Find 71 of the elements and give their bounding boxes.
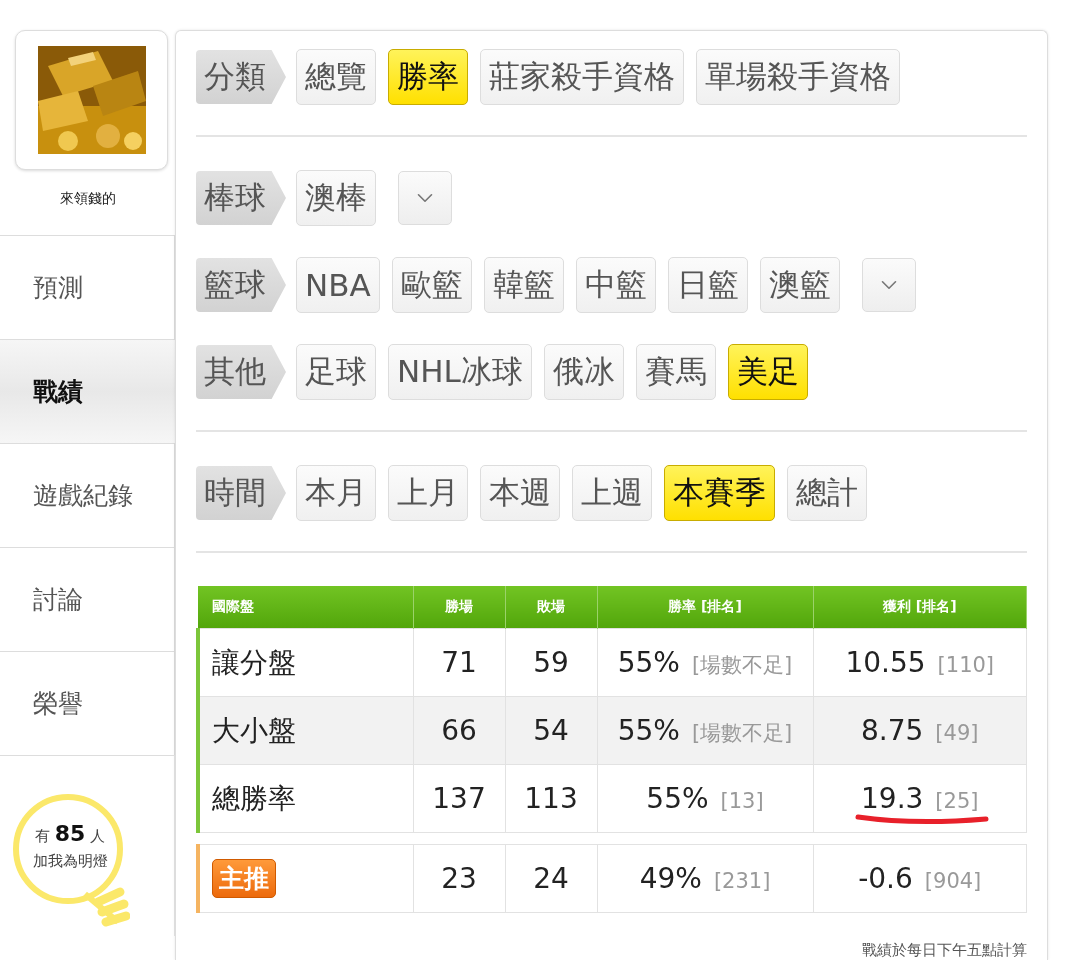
table-cell: 71 xyxy=(413,628,505,697)
table-cell: 137 xyxy=(413,764,505,833)
profit-rank: [25] xyxy=(935,789,979,813)
filter-option[interactable]: 歐籃 xyxy=(391,257,472,313)
filter-option[interactable]: 賽馬 xyxy=(635,344,716,400)
filter-option[interactable]: 本週 xyxy=(480,465,560,521)
filter-label: 籃球 xyxy=(196,258,286,312)
filter-label: 棒球 xyxy=(196,171,286,225)
column-header: 敗場 xyxy=(505,586,597,629)
filter-option[interactable]: 美足 xyxy=(727,344,808,400)
filter-option[interactable]: 俄冰 xyxy=(543,344,624,400)
table-cell: 59 xyxy=(505,628,597,697)
filter-option[interactable]: 本賽季 xyxy=(664,465,775,521)
filter-option[interactable]: 上月 xyxy=(388,465,468,521)
table-cell: 23 xyxy=(413,844,505,913)
filter-option[interactable]: 澳棒 xyxy=(296,170,376,226)
profit-value: 8.75 xyxy=(861,714,924,747)
filter-label: 分類 xyxy=(196,50,286,104)
fans-caption: 加我為明燈 xyxy=(32,852,108,871)
filter-option[interactable]: 韓籃 xyxy=(483,257,564,313)
filter-option[interactable]: 總覽 xyxy=(296,49,376,105)
table-cell: 54 xyxy=(505,696,597,765)
rate-rank: [場數不足] xyxy=(691,653,793,677)
filter-option[interactable]: 總計 xyxy=(787,465,867,521)
profit-rank: [49] xyxy=(935,721,979,745)
featured-badge: 主推 xyxy=(212,859,276,898)
fans-count: 85 xyxy=(54,821,86,846)
filter-option[interactable]: 上週 xyxy=(572,465,652,521)
column-header: 國際盤 xyxy=(198,586,413,629)
dropdown-button[interactable] xyxy=(861,258,916,312)
filter-option[interactable]: 莊家殺手資格 xyxy=(480,49,684,105)
nav-item[interactable]: 榮譽 xyxy=(0,651,175,755)
filter-option[interactable]: 勝率 xyxy=(388,49,468,105)
rate-rank: [場數不足] xyxy=(691,721,793,745)
filter-option[interactable]: 單場殺手資格 xyxy=(696,49,900,105)
rate-value: 49% xyxy=(639,862,702,895)
nav-item[interactable]: 戰績 xyxy=(0,339,175,443)
filter-option[interactable]: 足球 xyxy=(296,344,376,400)
filter-option[interactable]: NHL冰球 xyxy=(388,344,532,400)
table-cell: 113 xyxy=(505,764,597,833)
table-cell: 24 xyxy=(505,844,597,913)
nav-item[interactable]: 預測 xyxy=(0,235,175,339)
username: 來領錢的 xyxy=(59,190,116,206)
rate-rank: [13] xyxy=(720,789,764,813)
filter-option[interactable]: 澳籃 xyxy=(759,257,840,313)
fans-prefix: 有 xyxy=(34,827,50,845)
profit-rank: [904] xyxy=(924,869,982,893)
fans-suffix: 人 xyxy=(90,827,106,845)
dropdown-button[interactable] xyxy=(398,171,452,225)
filter-option[interactable]: NBA xyxy=(296,257,380,313)
profit-rank: [110] xyxy=(937,653,995,677)
rate-value: 55% xyxy=(617,646,680,679)
filter-option[interactable]: 日籃 xyxy=(667,257,748,313)
column-header: 獲利 [排名] xyxy=(813,586,1027,629)
nav-item[interactable]: 討論 xyxy=(0,547,175,651)
profit-value: -0.6 xyxy=(858,862,913,895)
filter-option[interactable]: 本月 xyxy=(296,465,376,521)
profit-value: 19.3 xyxy=(861,782,924,815)
rate-rank: [231] xyxy=(713,869,771,893)
footnote: 戰績於每日下午五點計算 xyxy=(862,941,1027,959)
filter-option[interactable]: 中籃 xyxy=(575,257,656,313)
row-label-cell: 總勝率 xyxy=(198,764,413,833)
column-header: 勝場 xyxy=(413,586,505,629)
rate-value: 55% xyxy=(646,782,709,815)
profit-value: 10.55 xyxy=(845,646,926,679)
table-cell: 66 xyxy=(413,696,505,765)
rate-value: 55% xyxy=(617,714,680,747)
filter-label: 其他 xyxy=(196,345,286,399)
column-header: 勝率 [排名] xyxy=(597,586,813,629)
filter-label: 時間 xyxy=(196,466,286,520)
nav-item[interactable]: 遊戲紀錄 xyxy=(0,443,175,547)
